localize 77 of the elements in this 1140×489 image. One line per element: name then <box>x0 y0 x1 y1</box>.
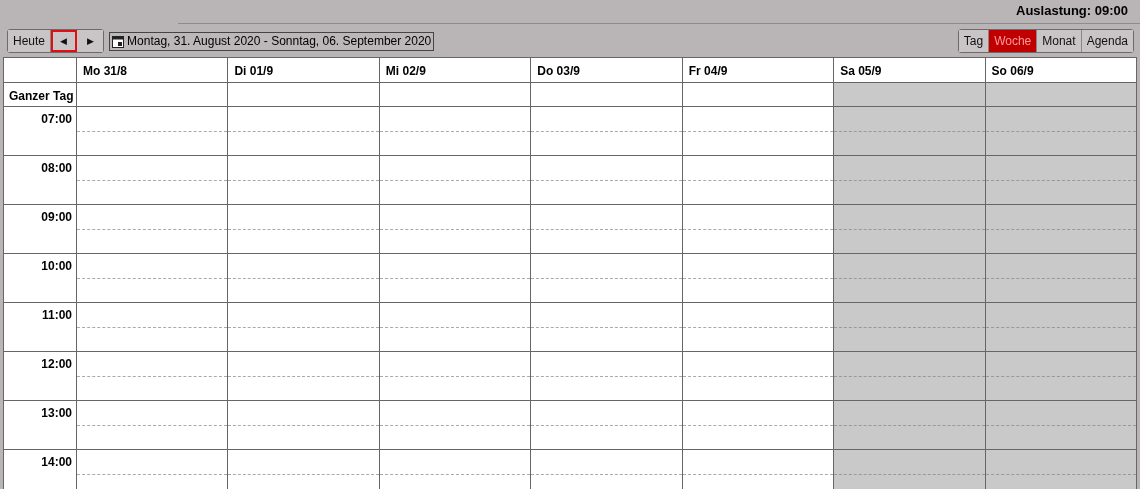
time-slot[interactable] <box>531 156 683 205</box>
header-title: Auslastung: 09:00 <box>1016 3 1128 18</box>
time-slot[interactable] <box>682 254 835 303</box>
time-slot[interactable] <box>834 156 986 205</box>
view-tab[interactable]: Tag <box>958 30 990 52</box>
time-slot[interactable] <box>985 107 1137 156</box>
date-range-field[interactable]: Montag, 31. August 2020 - Sonntag, 06. September 2020 <box>109 31 435 51</box>
time-slot[interactable] <box>77 254 229 303</box>
hour-label: 09:00 <box>4 205 77 254</box>
all-day-label: Ganzer Tag <box>4 83 77 107</box>
time-slot[interactable] <box>531 205 683 254</box>
time-slot[interactable] <box>985 254 1137 303</box>
all-day-slot[interactable] <box>531 83 683 107</box>
time-slot[interactable] <box>228 352 380 401</box>
time-slot[interactable] <box>228 205 380 254</box>
time-slot[interactable] <box>228 401 380 450</box>
day-header: Sa 05/9 <box>834 58 986 83</box>
previous-button[interactable]: ◀ <box>51 30 78 52</box>
time-slot[interactable] <box>531 107 683 156</box>
time-slot[interactable] <box>379 254 532 303</box>
all-day-slot[interactable] <box>77 83 229 107</box>
time-slot[interactable] <box>682 156 835 205</box>
time-slot[interactable] <box>531 254 683 303</box>
time-slot[interactable] <box>531 401 683 450</box>
time-slot[interactable] <box>228 107 380 156</box>
day-header: So 06/9 <box>985 58 1137 83</box>
time-slot[interactable] <box>379 205 532 254</box>
hour-label: 11:00 <box>4 303 77 352</box>
time-slot[interactable] <box>228 303 380 352</box>
hour-label: 08:00 <box>4 156 77 205</box>
time-slot[interactable] <box>682 303 835 352</box>
time-slot[interactable] <box>77 352 229 401</box>
time-slot[interactable] <box>228 254 380 303</box>
time-slot[interactable] <box>985 205 1137 254</box>
time-slot[interactable] <box>834 401 986 450</box>
time-slot[interactable] <box>531 303 683 352</box>
time-slot[interactable] <box>379 156 532 205</box>
time-slot[interactable] <box>834 352 986 401</box>
all-day-slot[interactable] <box>228 83 380 107</box>
time-slot[interactable] <box>228 156 380 205</box>
time-slot[interactable] <box>379 303 532 352</box>
day-header: Mo 31/8 <box>77 58 229 83</box>
all-day-slot[interactable] <box>985 83 1137 107</box>
time-slot[interactable] <box>834 205 986 254</box>
day-header: Fr 04/9 <box>682 58 835 83</box>
time-slot[interactable] <box>77 107 229 156</box>
all-day-slot[interactable] <box>682 83 835 107</box>
day-header: Di 01/9 <box>228 58 380 83</box>
hour-label: 12:00 <box>4 352 77 401</box>
today-button[interactable]: Heute <box>8 30 52 52</box>
time-slot[interactable] <box>834 303 986 352</box>
time-slot[interactable] <box>834 107 986 156</box>
time-slot[interactable] <box>77 401 229 450</box>
all-day-slot[interactable] <box>834 83 986 107</box>
time-slot[interactable] <box>379 107 532 156</box>
all-day-slot[interactable] <box>379 83 532 107</box>
time-slot[interactable] <box>985 156 1137 205</box>
hour-label: 07:00 <box>4 107 77 156</box>
time-slot[interactable] <box>834 254 986 303</box>
hour-label: 13:00 <box>4 401 77 450</box>
time-slot[interactable] <box>682 205 835 254</box>
hour-label: 10:00 <box>4 254 77 303</box>
time-slot[interactable] <box>77 303 229 352</box>
day-header: Mi 02/9 <box>379 58 532 83</box>
time-slot[interactable] <box>985 401 1137 450</box>
time-slot[interactable] <box>682 352 835 401</box>
time-slot[interactable] <box>531 352 683 401</box>
time-slot[interactable] <box>379 352 532 401</box>
time-slot[interactable] <box>77 156 229 205</box>
time-slot[interactable] <box>985 352 1137 401</box>
calendar-icon <box>112 34 125 48</box>
time-slot[interactable] <box>379 401 532 450</box>
time-slot[interactable] <box>682 401 835 450</box>
day-header: Do 03/9 <box>531 58 683 83</box>
time-slot[interactable] <box>77 205 229 254</box>
time-slot[interactable] <box>985 303 1137 352</box>
time-slot[interactable] <box>682 107 835 156</box>
